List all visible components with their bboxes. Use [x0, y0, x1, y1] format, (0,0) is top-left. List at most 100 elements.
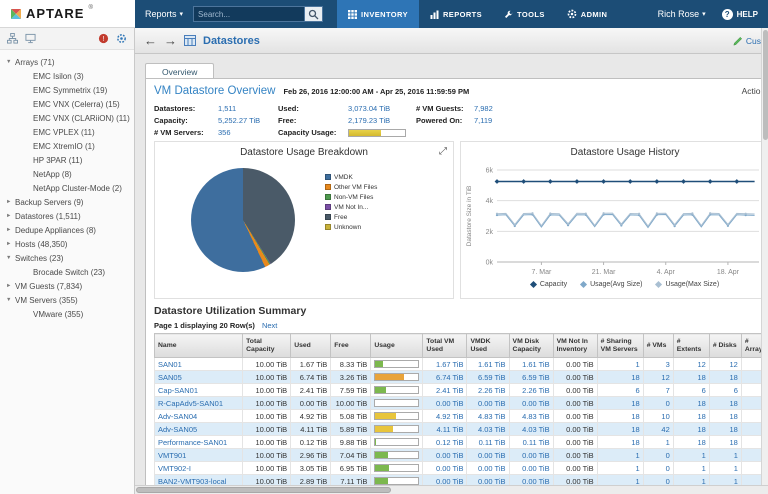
table-row[interactable]: Adv-SAN0510.00 TiB4.11 TiB5.89 TiB4.11 T…	[155, 423, 768, 436]
cell-extents[interactable]: 18	[673, 371, 709, 384]
expand-arrow-icon[interactable]: ►	[6, 213, 15, 219]
cell-name[interactable]: Adv-SAN05	[155, 423, 243, 436]
expand-arrow-icon[interactable]: ►	[6, 283, 15, 289]
cell-extents[interactable]: 1	[673, 449, 709, 462]
cell-total-vm-used[interactable]: 6.74 TiB	[423, 371, 467, 384]
cell-vmdk-used[interactable]: 6.59 TiB	[467, 371, 509, 384]
cell-vmdk-used[interactable]: 0.00 TiB	[467, 449, 509, 462]
cell-vm-disk-capacity[interactable]: 0.00 TiB	[509, 449, 553, 462]
sidebar-item[interactable]: EMC VNX (Celerra) (15)	[4, 97, 134, 111]
global-search-input[interactable]	[193, 6, 305, 22]
column-header[interactable]: # Extents	[673, 334, 709, 358]
tab-overview[interactable]: Overview	[145, 63, 214, 79]
horizontal-scrollbar-thumb[interactable]	[136, 487, 391, 493]
sidebar-item[interactable]: EMC Isilon (3)	[4, 69, 134, 83]
reports-menu-button[interactable]: Reports ▾	[135, 9, 193, 19]
cell-vm-disk-capacity[interactable]: 4.03 TiB	[509, 423, 553, 436]
legend-item[interactable]: VM Not In...	[325, 202, 377, 212]
cell-name[interactable]: R-CapAdv5-SAN01	[155, 397, 243, 410]
cell-sharing-vm-servers[interactable]: 18	[597, 410, 643, 423]
cell-vms[interactable]: 3	[643, 358, 673, 371]
column-header[interactable]: VM Disk Capacity	[509, 334, 553, 358]
column-header[interactable]: VMDK Used	[467, 334, 509, 358]
cell-vms[interactable]: 10	[643, 410, 673, 423]
cell-extents[interactable]: 12	[673, 358, 709, 371]
cell-extents[interactable]: 18	[673, 397, 709, 410]
cell-extents[interactable]: 18	[673, 436, 709, 449]
legend-item[interactable]: Usage(Avg Size)	[581, 281, 642, 288]
column-header[interactable]: Free	[331, 334, 371, 358]
cell-vmdk-used[interactable]: 4.83 TiB	[467, 410, 509, 423]
next-page-link[interactable]: Next	[262, 321, 277, 330]
sidebar-settings-icon[interactable]	[116, 33, 127, 44]
cell-disks[interactable]: 1	[709, 449, 741, 462]
sidebar-item[interactable]: EMC VNX (CLARiiON) (11)	[4, 111, 134, 125]
expand-arrow-icon[interactable]: ►	[6, 199, 15, 205]
cell-disks[interactable]: 12	[709, 358, 741, 371]
cell-extents[interactable]: 1	[673, 462, 709, 475]
expand-arrow-icon[interactable]: ►	[6, 227, 15, 233]
cell-vmdk-used[interactable]: 1.61 TiB	[467, 358, 509, 371]
cell-vmdk-used[interactable]: 0.00 TiB	[467, 462, 509, 475]
table-row[interactable]: Adv-SAN0410.00 TiB4.92 TiB5.08 TiB4.92 T…	[155, 410, 768, 423]
cell-vms[interactable]: 0	[643, 462, 673, 475]
tab-tools[interactable]: TOOLS	[493, 0, 556, 28]
column-header[interactable]: Usage	[371, 334, 423, 358]
sidebar-item[interactable]: ▼Arrays (71)	[4, 55, 134, 69]
legend-item[interactable]: VMDK	[325, 172, 377, 182]
table-row[interactable]: VMT90110.00 TiB2.96 TiB7.04 TiB0.00 TiB0…	[155, 449, 768, 462]
sidebar-item[interactable]: ▼Switches (23)	[4, 251, 134, 265]
cell-disks[interactable]: 18	[709, 371, 741, 384]
cell-sharing-vm-servers[interactable]: 18	[597, 371, 643, 384]
cell-vms[interactable]: 0	[643, 397, 673, 410]
collapse-arrow-icon[interactable]: ▼	[6, 59, 15, 65]
sidebar-item[interactable]: EMC XtremIO (1)	[4, 139, 134, 153]
cell-vmdk-used[interactable]: 0.00 TiB	[467, 397, 509, 410]
cell-disks[interactable]: 18	[709, 423, 741, 436]
cell-vmdk-used[interactable]: 0.11 TiB	[467, 436, 509, 449]
cell-vm-disk-capacity[interactable]: 0.11 TiB	[509, 436, 553, 449]
cell-total-vm-used[interactable]: 4.92 TiB	[423, 410, 467, 423]
search-button[interactable]	[305, 6, 323, 22]
cell-name[interactable]: SAN01	[155, 358, 243, 371]
cell-name[interactable]: Cap-SAN01	[155, 384, 243, 397]
cell-disks[interactable]: 6	[709, 384, 741, 397]
cell-name[interactable]: VMT902-I	[155, 462, 243, 475]
collapse-arrow-icon[interactable]: ▼	[6, 297, 15, 303]
cell-disks[interactable]: 18	[709, 436, 741, 449]
sidebar-item[interactable]: NetApp Cluster-Mode (2)	[4, 181, 134, 195]
table-row[interactable]: VMT902-I10.00 TiB3.05 TiB6.95 TiB0.00 Ti…	[155, 462, 768, 475]
back-arrow-icon[interactable]: ←	[144, 34, 157, 47]
table-row[interactable]: R-CapAdv5-SAN0110.00 TiB0.00 TiB10.00 Ti…	[155, 397, 768, 410]
cell-total-vm-used[interactable]: 0.00 TiB	[423, 462, 467, 475]
stat-value[interactable]: 2,179.23 TiB	[348, 116, 410, 125]
legend-item[interactable]: Other VM Files	[325, 182, 377, 192]
cell-vm-disk-capacity[interactable]: 0.00 TiB	[509, 397, 553, 410]
table-row[interactable]: Performance-SAN0110.00 TiB0.12 TiB9.88 T…	[155, 436, 768, 449]
expand-arrow-icon[interactable]: ►	[6, 241, 15, 247]
cell-vmdk-used[interactable]: 2.26 TiB	[467, 384, 509, 397]
column-header[interactable]: Total Capacity	[243, 334, 291, 358]
cell-vmdk-used[interactable]: 4.03 TiB	[467, 423, 509, 436]
vertical-scrollbar-thumb[interactable]	[763, 30, 768, 140]
tab-reports[interactable]: REPORTS	[419, 0, 493, 28]
host-view-icon[interactable]	[25, 33, 36, 44]
sidebar-item[interactable]: ►Hosts (48,350)	[4, 237, 134, 251]
cell-total-vm-used[interactable]: 2.41 TiB	[423, 384, 467, 397]
cell-sharing-vm-servers[interactable]: 1	[597, 462, 643, 475]
cell-vm-disk-capacity[interactable]: 6.59 TiB	[509, 371, 553, 384]
alerts-icon[interactable]: !	[98, 33, 109, 44]
sidebar-item[interactable]: ▼VM Servers (355)	[4, 293, 134, 307]
cell-vms[interactable]: 0	[643, 449, 673, 462]
cell-total-vm-used[interactable]: 4.11 TiB	[423, 423, 467, 436]
legend-item[interactable]: Free	[325, 212, 377, 222]
cell-vm-disk-capacity[interactable]: 1.61 TiB	[509, 358, 553, 371]
stat-value[interactable]: 7,119	[474, 116, 510, 125]
legend-item[interactable]: Capacity	[531, 281, 567, 288]
cell-vms[interactable]: 1	[643, 436, 673, 449]
help-button[interactable]: ? HELP	[722, 9, 758, 20]
sidebar-item[interactable]: HP 3PAR (11)	[4, 153, 134, 167]
cell-vms[interactable]: 12	[643, 371, 673, 384]
cell-name[interactable]: VMT901	[155, 449, 243, 462]
horizontal-scrollbar[interactable]	[135, 485, 768, 494]
